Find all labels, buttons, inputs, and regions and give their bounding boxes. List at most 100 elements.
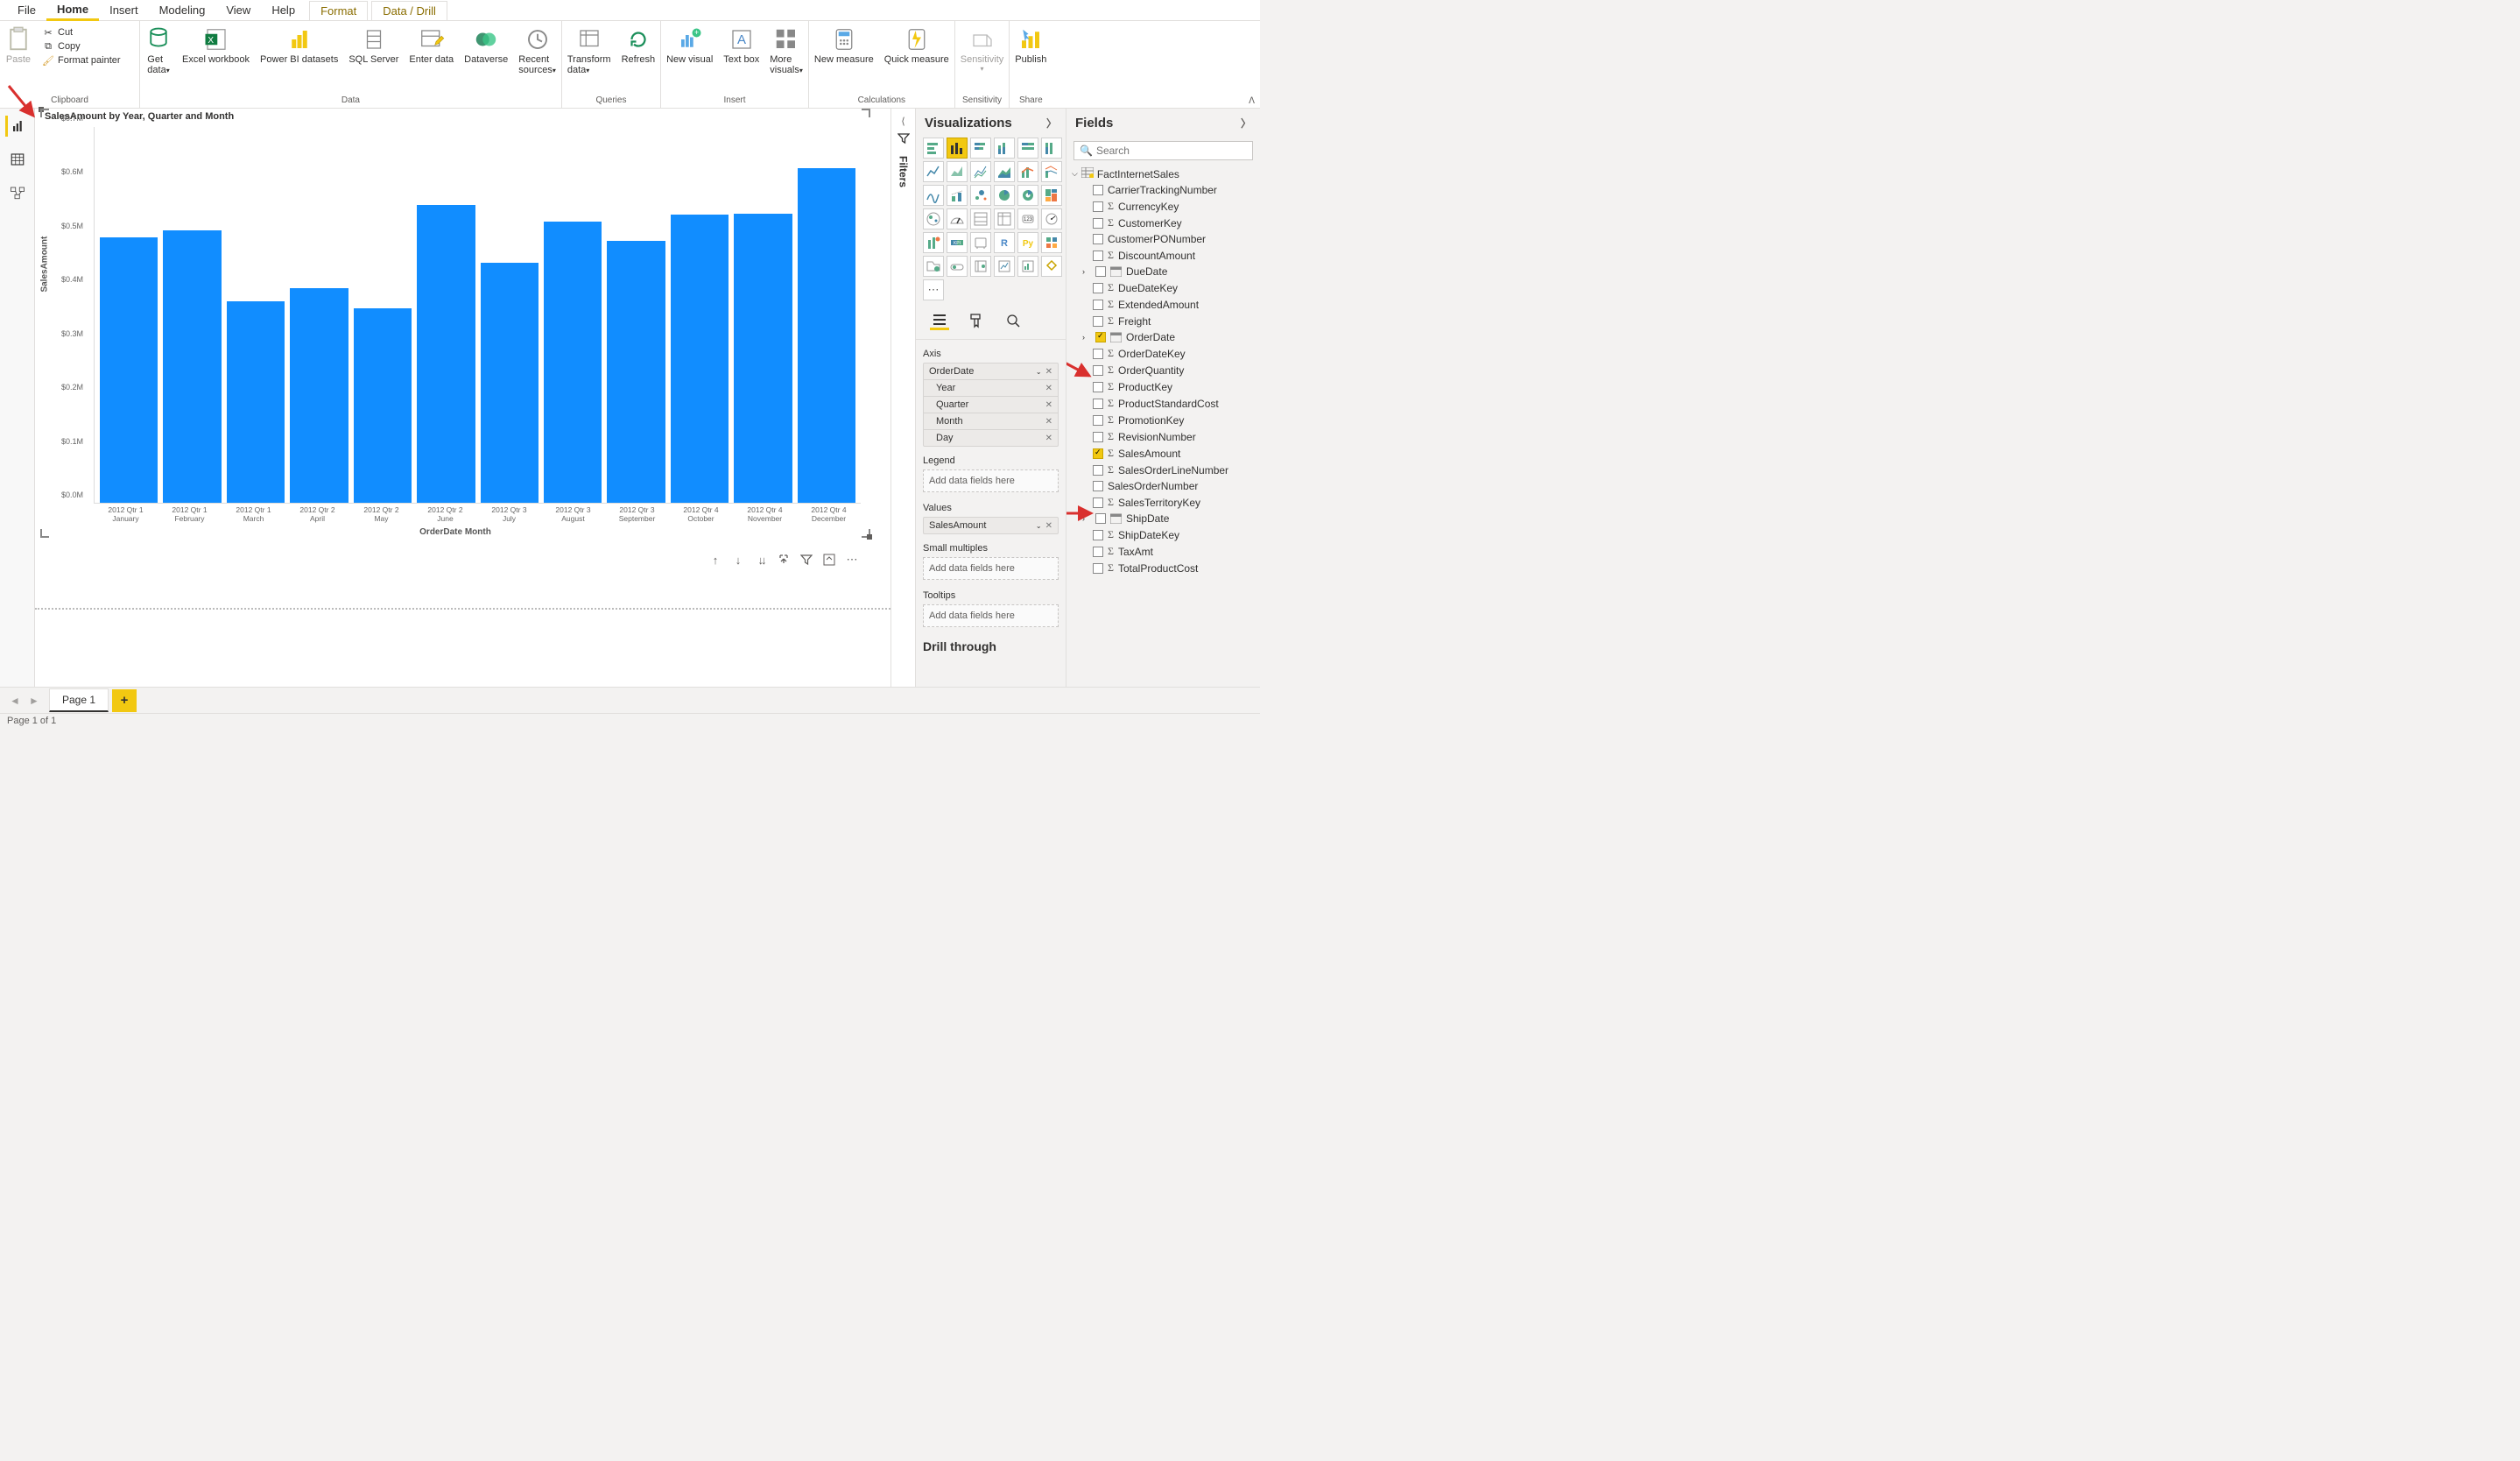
field-revisionnumber[interactable]: ΣRevisionNumber: [1072, 428, 1256, 445]
values-field-salesamount[interactable]: SalesAmount⌄✕: [924, 518, 1058, 533]
viz-type-9[interactable]: [994, 161, 1015, 182]
chart-visual[interactable]: SalesAmount by Year, Quarter and Month S…: [40, 109, 870, 538]
field-shipdatekey[interactable]: ΣShipDateKey: [1072, 526, 1256, 543]
field-checkbox[interactable]: [1093, 234, 1103, 244]
format-mode-button[interactable]: [967, 311, 986, 330]
field-totalproductcost[interactable]: ΣTotalProductCost: [1072, 560, 1256, 576]
axis-item-day[interactable]: Day✕: [924, 430, 1058, 446]
viz-type-3[interactable]: [994, 138, 1015, 159]
field-salesterritorykey[interactable]: ΣSalesTerritoryKey: [1072, 494, 1256, 511]
refresh-button[interactable]: Refresh: [616, 25, 661, 67]
viz-type-18[interactable]: [923, 208, 944, 229]
field-productkey[interactable]: ΣProductKey: [1072, 378, 1256, 395]
viz-type-29[interactable]: [1041, 232, 1062, 253]
field-checkbox[interactable]: [1093, 547, 1103, 557]
more-visuals-button[interactable]: Morevisuals▾: [764, 25, 808, 77]
field-salesorderlinenumber[interactable]: ΣSalesOrderLineNumber: [1072, 462, 1256, 478]
menu-modeling[interactable]: Modeling: [149, 1, 216, 19]
remove-quarter[interactable]: ✕: [1045, 400, 1052, 410]
sql-server-button[interactable]: SQL Server: [343, 25, 404, 67]
viz-type-23[interactable]: [1041, 208, 1062, 229]
field-checkbox[interactable]: [1093, 349, 1103, 359]
remove-salesamount[interactable]: ✕: [1045, 521, 1052, 531]
viz-type-22[interactable]: 123: [1017, 208, 1038, 229]
viz-type-15[interactable]: [994, 185, 1015, 206]
field-checkbox[interactable]: [1095, 513, 1106, 524]
collapse-viz-pane-button[interactable]: 〉: [1046, 116, 1057, 131]
drill-all-button[interactable]: ↓↓: [754, 553, 768, 567]
viz-type-30[interactable]: [923, 256, 944, 277]
viz-type-17[interactable]: [1041, 185, 1062, 206]
field-checkbox[interactable]: [1093, 432, 1103, 442]
new-measure-button[interactable]: New measure: [809, 25, 879, 67]
menu-insert[interactable]: Insert: [99, 1, 149, 19]
chart-bar[interactable]: [798, 168, 855, 503]
enter-data-button[interactable]: Enter data: [404, 25, 459, 67]
data-view-button[interactable]: [7, 149, 28, 170]
viz-type-33[interactable]: [994, 256, 1015, 277]
field-extendedamount[interactable]: ΣExtendedAmount: [1072, 296, 1256, 313]
values-well[interactable]: SalesAmount⌄✕: [923, 517, 1059, 534]
filter-button[interactable]: [799, 553, 813, 567]
field-checkbox[interactable]: [1093, 316, 1103, 327]
menu-format[interactable]: Format: [309, 1, 368, 20]
viz-type-1[interactable]: [947, 138, 968, 159]
field-currencykey[interactable]: ΣCurrencyKey: [1072, 198, 1256, 215]
viz-type-11[interactable]: [1041, 161, 1062, 182]
field-checkbox[interactable]: [1093, 563, 1103, 574]
excel-button[interactable]: XExcel workbook: [177, 25, 255, 67]
field-shipdate[interactable]: ›ShipDate: [1072, 511, 1256, 526]
viz-type-35[interactable]: [1041, 256, 1062, 277]
get-data-button[interactable]: Getdata▾: [140, 25, 177, 77]
menu-view[interactable]: View: [215, 1, 261, 19]
quick-measure-button[interactable]: Quick measure: [879, 25, 954, 67]
page-tab-1[interactable]: Page 1: [49, 688, 109, 712]
viz-type-6[interactable]: [923, 161, 944, 182]
axis-field-orderdate[interactable]: OrderDate⌄✕: [924, 363, 1058, 380]
viz-type-16[interactable]: [1017, 185, 1038, 206]
viz-type-25[interactable]: KPI: [947, 232, 968, 253]
viz-type-12[interactable]: [923, 185, 944, 206]
menu-home[interactable]: Home: [46, 0, 99, 21]
recent-sources-button[interactable]: Recentsources▾: [513, 25, 561, 77]
viz-type-4[interactable]: [1017, 138, 1038, 159]
legend-well-placeholder[interactable]: Add data fields here: [923, 469, 1059, 492]
chart-bar[interactable]: [290, 288, 348, 503]
viz-type-36[interactable]: ⋯: [923, 279, 944, 300]
drill-down-button[interactable]: ↓: [731, 553, 745, 567]
field-productstandardcost[interactable]: ΣProductStandardCost: [1072, 395, 1256, 412]
chart-bar[interactable]: [354, 308, 412, 503]
remove-axis-field[interactable]: ✕: [1045, 367, 1052, 377]
field-checkbox[interactable]: [1093, 300, 1103, 310]
field-checkbox[interactable]: [1095, 266, 1106, 277]
dataverse-button[interactable]: Dataverse: [459, 25, 513, 67]
viz-type-2[interactable]: [970, 138, 991, 159]
field-checkbox[interactable]: [1093, 481, 1103, 491]
viz-type-26[interactable]: [970, 232, 991, 253]
field-promotionkey[interactable]: ΣPromotionKey: [1072, 412, 1256, 428]
fields-search[interactable]: 🔍: [1073, 141, 1253, 160]
viz-type-24[interactable]: [923, 232, 944, 253]
chart-bar[interactable]: [671, 215, 729, 503]
viz-type-8[interactable]: [970, 161, 991, 182]
table-factinternetsales[interactable]: ⌵ FactInternetSales: [1072, 166, 1256, 182]
viz-type-32[interactable]: [970, 256, 991, 277]
chart-bar[interactable]: [544, 222, 602, 503]
chart-bar[interactable]: [481, 263, 538, 503]
expand-filters-icon[interactable]: ⟨: [901, 116, 905, 127]
viz-type-14[interactable]: [970, 185, 991, 206]
cut-button[interactable]: ✂Cut: [42, 26, 121, 39]
field-orderdatekey[interactable]: ΣOrderDateKey: [1072, 345, 1256, 362]
field-duedatekey[interactable]: ΣDueDateKey: [1072, 279, 1256, 296]
viz-type-19[interactable]: [947, 208, 968, 229]
viz-type-0[interactable]: [923, 138, 944, 159]
pbi-datasets-button[interactable]: Power BI datasets: [255, 25, 343, 67]
axis-item-quarter[interactable]: Quarter✕: [924, 397, 1058, 413]
axis-well[interactable]: OrderDate⌄✕ Year✕ Quarter✕ Month✕ Day✕: [923, 363, 1059, 447]
chart-bar[interactable]: [607, 241, 665, 503]
viz-type-34[interactable]: [1017, 256, 1038, 277]
field-customerponumber[interactable]: CustomerPONumber: [1072, 231, 1256, 247]
field-checkbox[interactable]: [1093, 382, 1103, 392]
paste-button[interactable]: Paste: [0, 25, 37, 67]
viz-type-20[interactable]: [970, 208, 991, 229]
